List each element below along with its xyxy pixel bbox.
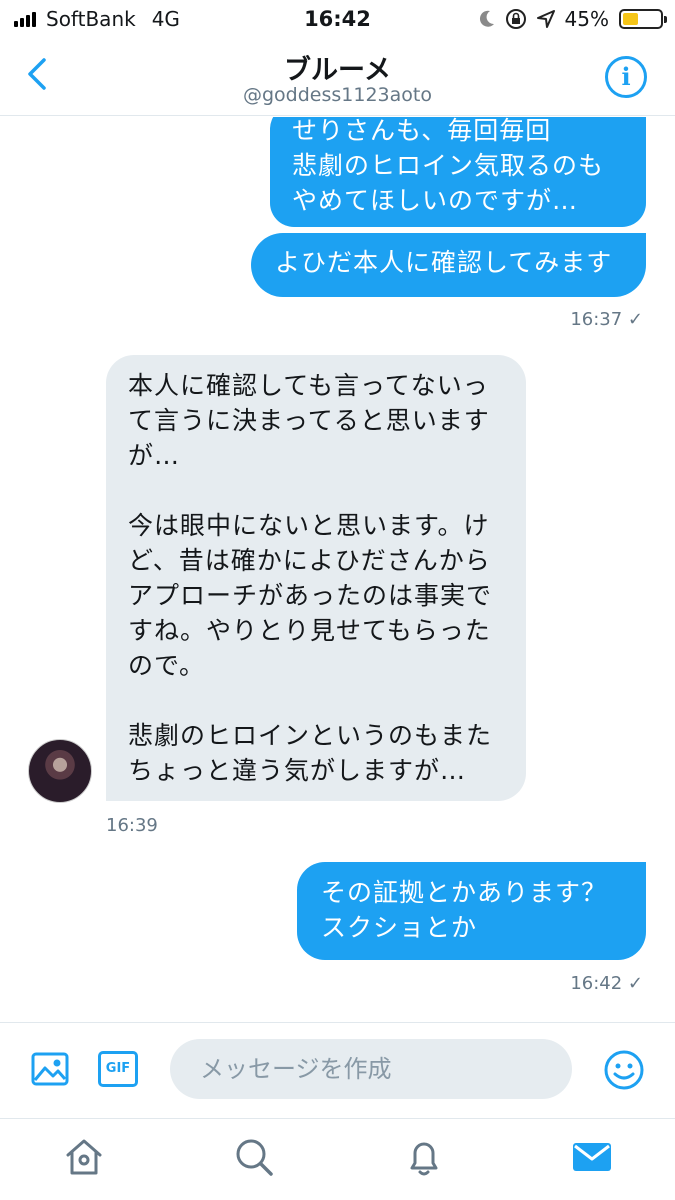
messages-icon[interactable] bbox=[570, 1135, 614, 1179]
image-icon[interactable] bbox=[30, 1049, 70, 1089]
message-bubble-outgoing: よひだ本人に確認してみます bbox=[251, 233, 646, 297]
notifications-icon[interactable] bbox=[402, 1135, 446, 1179]
message-timestamp: 16:39 bbox=[106, 815, 158, 836]
battery-icon bbox=[619, 9, 667, 29]
info-icon[interactable]: i bbox=[605, 56, 647, 98]
conversation-header: ブルーメ @goddess1123aoto i bbox=[0, 40, 675, 116]
message-text: その証拠とかあります？ スクショとか bbox=[321, 878, 608, 942]
message-timestamp: 16:37 ✓ bbox=[570, 309, 643, 330]
message-text: せりさんも、毎回毎回 悲劇のヒロイン気取るのも やめてほしいのですが… bbox=[292, 117, 605, 215]
search-icon[interactable] bbox=[232, 1135, 276, 1179]
message-thread[interactable]: せりさんも、毎回毎回 悲劇のヒロイン気取るのも やめてほしいのですが… よひだ本… bbox=[0, 117, 675, 1022]
status-right: 45% bbox=[479, 7, 667, 31]
avatar[interactable] bbox=[28, 739, 92, 803]
message-bubble-outgoing: その証拠とかあります？ スクショとか bbox=[297, 862, 646, 960]
gif-button[interactable]: GIF bbox=[98, 1051, 138, 1087]
message-composer: GIF bbox=[0, 1022, 675, 1118]
home-icon[interactable] bbox=[62, 1135, 106, 1179]
conversation-handle: @goddess1123aoto bbox=[243, 84, 432, 106]
moon-icon bbox=[479, 10, 494, 27]
status-bar: SoftBank 4G 16:42 45% bbox=[0, 0, 675, 40]
tab-bar bbox=[0, 1118, 675, 1200]
location-icon bbox=[536, 10, 555, 28]
battery-percent: 45% bbox=[564, 7, 609, 31]
message-bubble-incoming: 本人に確認しても言ってないっ て言うに決まってると思います が… 今は眼中にない… bbox=[106, 355, 526, 801]
message-text: 本人に確認しても言ってないっ て言うに決まってると思います が… 今は眼中にない… bbox=[128, 371, 493, 785]
emoji-icon[interactable] bbox=[603, 1049, 645, 1091]
message-text: よひだ本人に確認してみます bbox=[275, 248, 613, 277]
rotation-lock-icon bbox=[505, 9, 526, 29]
message-input[interactable] bbox=[170, 1039, 572, 1099]
message-bubble-outgoing: せりさんも、毎回毎回 悲劇のヒロイン気取るのも やめてほしいのですが… bbox=[270, 117, 646, 227]
conversation-title: ブルーメ bbox=[284, 55, 391, 86]
message-timestamp: 16:42 ✓ bbox=[570, 973, 643, 994]
